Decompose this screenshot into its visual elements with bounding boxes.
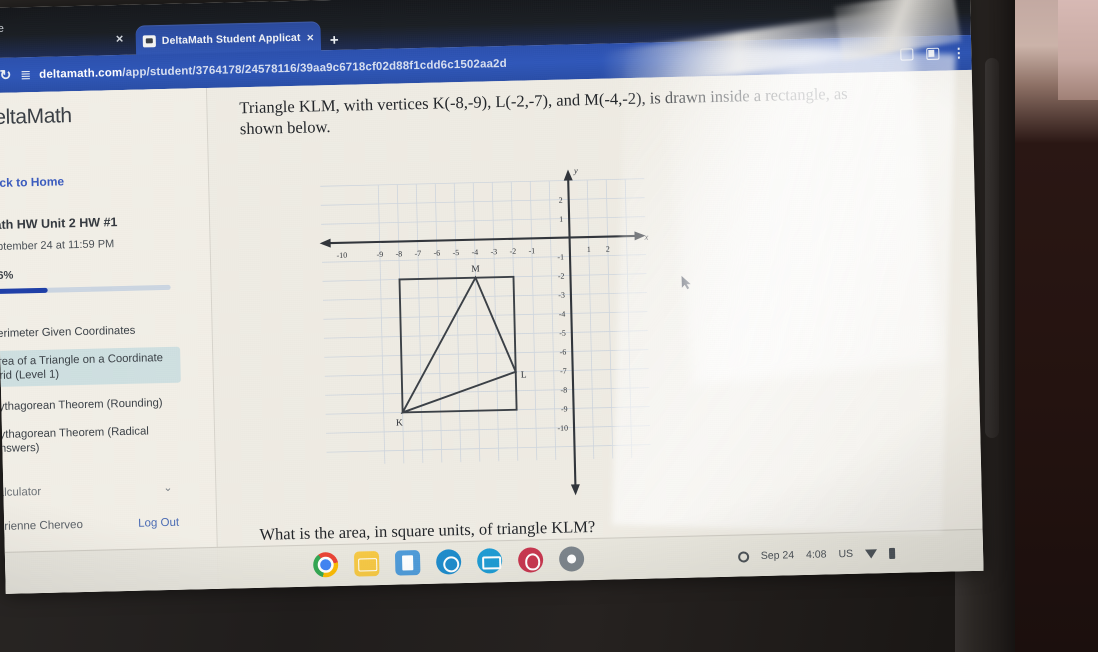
svg-text:-9: -9 [376, 250, 383, 259]
svg-text:2: 2 [606, 245, 610, 254]
tray-time: 4:08 [805, 548, 827, 561]
svg-text:-1: -1 [528, 246, 535, 255]
svg-text:-2: -2 [558, 272, 565, 281]
progress-bar-fill [0, 287, 48, 295]
coordinate-grid-figure: y x -10 -9 -8 -7 -6 -5 -4 -3 -2 -1 1 2 2… [304, 157, 662, 510]
wifi-icon[interactable] [864, 548, 878, 559]
svg-text:-7: -7 [414, 249, 421, 258]
svg-text:-5: -5 [452, 248, 459, 257]
svg-text:-4: -4 [559, 310, 566, 319]
back-to-home-link[interactable]: Back to Home [0, 174, 64, 190]
svg-text:-9: -9 [561, 405, 568, 414]
question-stem: Triangle KLM, with vertices K(-8,-9), L(… [239, 83, 848, 139]
svg-text:-3: -3 [558, 291, 565, 300]
svg-text:y: y [573, 165, 578, 175]
address-bar-url[interactable]: deltamath.com/app/student/3764178/245781… [39, 57, 507, 80]
sidebar: DeltaMath Back to Home Math HW Unit 2 HW… [0, 87, 219, 594]
assignment-title: Math HW Unit 2 HW #1 [0, 215, 118, 233]
chrome-menu-icon[interactable]: ⋮ [952, 45, 965, 60]
question-area: Triangle KLM, with vertices K(-8,-9), L(… [207, 70, 984, 589]
tray-keyboard-layout: US [838, 547, 854, 561]
svg-text:-6: -6 [433, 249, 440, 258]
svg-text:-10: -10 [336, 251, 347, 260]
vertex-labels: K L M [396, 265, 527, 429]
settings-gear-icon[interactable] [558, 546, 585, 572]
x-axis-left-arrow [319, 238, 331, 248]
room-background-upper [1058, 0, 1098, 100]
deltamath-logo: DeltaMath [0, 104, 72, 130]
axis-titles: y x [573, 165, 649, 242]
svg-text:-8: -8 [395, 249, 402, 258]
progress-bar [0, 284, 171, 295]
chrome-icon[interactable] [312, 552, 339, 578]
progress-percent-label: 36% [0, 269, 14, 283]
laptop-screen: me × DeltaMath Student Application × + ↻… [0, 0, 984, 594]
previous-tab-label[interactable]: me [0, 23, 4, 35]
site-settings-icon[interactable]: ≣ [20, 67, 30, 83]
docs-icon[interactable] [394, 550, 421, 576]
laptop-photo: me × DeltaMath Student Application × + ↻… [0, 0, 1098, 652]
svg-text:-6: -6 [559, 348, 566, 357]
red-app-icon[interactable] [517, 547, 544, 573]
sidebar-item-perimeter[interactable]: Perimeter Given Coordinates [0, 319, 180, 346]
previous-tab-close-icon[interactable]: × [116, 31, 124, 46]
svg-text:-4: -4 [471, 248, 478, 257]
shelf-app-list [312, 546, 585, 578]
extension-icon[interactable] [900, 47, 914, 61]
logout-button[interactable]: Log Out [138, 517, 179, 530]
battery-icon[interactable] [888, 547, 896, 559]
video-icon[interactable] [476, 548, 503, 574]
cast-icon[interactable] [926, 47, 940, 60]
deltamath-page: DeltaMath Back to Home Math HW Unit 2 HW… [0, 69, 984, 594]
camera-icon[interactable] [435, 549, 462, 575]
svg-text:1: 1 [587, 245, 591, 254]
url-path: /app/student/3764178/24578116/39aa9c6718… [122, 57, 507, 79]
svg-text:-5: -5 [559, 329, 566, 338]
svg-text:-8: -8 [560, 386, 567, 395]
omnibox-actions: ⋮ [900, 35, 966, 72]
chevron-down-icon[interactable]: ⌄ [163, 481, 172, 494]
grid-lines [320, 178, 651, 464]
sidebar-item-area-triangle[interactable]: Area of a Triangle on a Coordinate Grid … [0, 346, 181, 388]
mail-icon[interactable] [353, 551, 380, 577]
tray-date: Sep 24 [760, 549, 795, 563]
sidebar-item-pythagorean-radical[interactable]: Pythagorean Theorem (Radical Answers) [0, 420, 183, 461]
new-tab-button[interactable]: + [330, 32, 339, 49]
system-tray[interactable]: Sep 24 4:08 US [737, 532, 896, 578]
vertex-label-k: K [396, 418, 403, 428]
vertex-label-m: M [471, 265, 480, 275]
status-circle-icon[interactable] [737, 550, 749, 563]
svg-text:-1: -1 [557, 253, 564, 262]
svg-text:-2: -2 [509, 247, 516, 256]
mouse-cursor [681, 275, 691, 290]
svg-text:x: x [643, 232, 648, 242]
svg-text:1: 1 [559, 215, 563, 224]
svg-text:-10: -10 [557, 424, 568, 433]
sidebar-item-pythagorean-rounding[interactable]: Pythagorean Theorem (Rounding) [0, 392, 182, 419]
url-domain: deltamath.com [39, 66, 123, 81]
coordinate-plane-svg: y x -10 -9 -8 -7 -6 -5 -4 -3 -2 -1 1 2 2… [319, 165, 651, 496]
assignment-due-date: September 24 at 11:59 PM [0, 238, 115, 254]
close-icon[interactable]: × [307, 30, 314, 44]
user-name: Adrienne Cherveo [0, 519, 84, 534]
vertex-label-l: L [521, 371, 527, 381]
svg-text:-3: -3 [490, 247, 497, 256]
svg-text:-7: -7 [560, 367, 567, 376]
calculator-toggle[interactable]: Calculator [0, 486, 41, 499]
deltamath-favicon [142, 34, 156, 47]
svg-text:2: 2 [559, 196, 563, 205]
reload-icon[interactable]: ↻ [0, 67, 12, 84]
y-axis-down-arrow [570, 484, 580, 496]
laptop-hinge [985, 58, 999, 438]
y-axis-up-arrow [563, 169, 573, 181]
tab-title: DeltaMath Student Application [161, 31, 301, 47]
